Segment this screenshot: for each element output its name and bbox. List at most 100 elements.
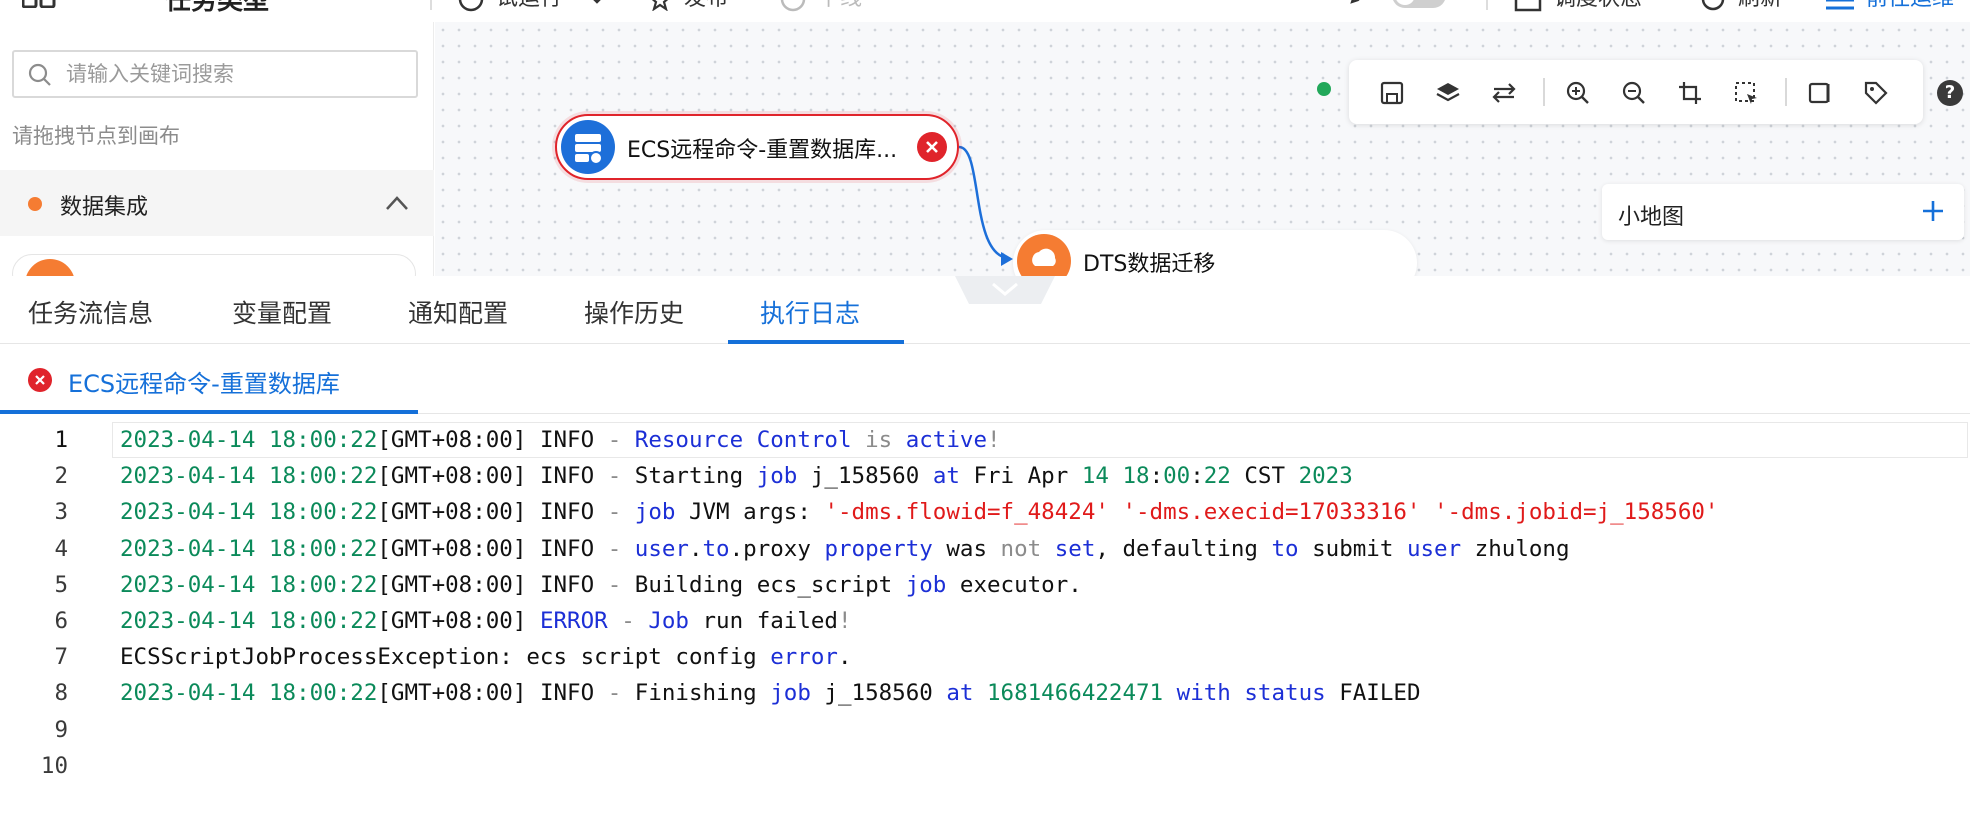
crop-icon[interactable]	[1675, 78, 1705, 108]
book-icon[interactable]	[1805, 78, 1835, 108]
log-line: 3 2023-04-14 18:00:22[GMT+08:00] INFO - j…	[0, 494, 1970, 530]
minimap-panel[interactable]: 小地图	[1602, 184, 1964, 240]
log-token: Building ecs_script	[634, 571, 906, 598]
log-token: Job	[648, 608, 689, 634]
subtab-ecs-node[interactable]: ECS远程命令-重置数据库	[0, 344, 418, 414]
schedule-status-button[interactable]: 调度状态	[1514, 0, 1642, 12]
tab-notifications[interactable]: 通知配置	[408, 294, 508, 330]
plus-icon[interactable]	[1920, 198, 1946, 224]
canvas-toolbar	[1349, 60, 1923, 124]
line-number: 10	[40, 752, 68, 779]
workflow-canvas[interactable]: ECS远程命令-重置数据库... DTS数据迁移 ? 小地图	[435, 22, 1970, 276]
log-token: , defaulting	[1095, 535, 1272, 562]
category-data-integration[interactable]: 数据集成	[0, 170, 434, 236]
search-box[interactable]	[12, 50, 418, 98]
log-line: 2 2023-04-14 18:00:22[GMT+08:00] INFO - S…	[0, 458, 1970, 494]
log-token: submit	[1298, 535, 1407, 562]
log-line: 8 2023-04-14 18:00:22[GMT+08:00] INFO - F…	[0, 675, 1970, 711]
search-icon	[28, 63, 51, 86]
offline-icon	[780, 0, 806, 12]
minimap-label: 小地图	[1618, 205, 1685, 230]
log-token: is	[865, 427, 893, 453]
collapse-handle[interactable]	[955, 276, 1055, 304]
log-token: [GMT+08:00] INFO	[377, 499, 608, 526]
tag-icon[interactable]	[1861, 78, 1891, 108]
publish-button[interactable]: 发布	[648, 0, 728, 12]
menu-icon[interactable]	[378, 0, 404, 6]
log-token: job	[756, 463, 798, 490]
help-icon[interactable]: ?	[1937, 80, 1963, 106]
log-text: 2023-04-14 18:00:22[GMT+08:00] INFO - St…	[120, 458, 1353, 494]
log-token: 2023-04-14 18:00:22	[120, 499, 378, 526]
log-token: executor.	[946, 571, 1082, 598]
log-token: with status	[1176, 680, 1326, 707]
layers-icon[interactable]	[1433, 78, 1463, 108]
save-icon[interactable]	[1377, 78, 1407, 108]
log-token: -	[607, 571, 635, 598]
log-token: zhulong	[1461, 535, 1570, 562]
log-token: active	[905, 427, 987, 453]
bottom-panel: 任务流信息 变量配置 通知配置 操作历史 执行日志 ECS远程命令-重置数据库 …	[0, 276, 1970, 836]
refresh-button[interactable]: 刷新	[1700, 0, 1782, 12]
log-token: user	[1406, 535, 1462, 562]
log-token: JVM args:	[675, 499, 825, 526]
log-token: CST	[1230, 463, 1299, 490]
toolbar-divider	[1785, 78, 1787, 106]
log-token: :	[1149, 463, 1164, 490]
log-token: 2023-04-14 18:00:22	[120, 463, 378, 490]
tab-history[interactable]: 操作历史	[584, 294, 684, 330]
line-number: 8	[54, 680, 68, 707]
log-text: 2023-04-14 18:00:22[GMT+08:00] INFO - jo…	[120, 494, 1718, 530]
log-token: :	[1190, 463, 1204, 490]
search-input[interactable]	[66, 58, 406, 90]
log-token: -	[607, 427, 635, 453]
tab-execution-log[interactable]: 执行日志	[760, 294, 860, 330]
offline-button[interactable]: 下线	[780, 0, 862, 12]
tab-flow-info[interactable]: 任务流信息	[28, 294, 153, 330]
log-token: job	[905, 571, 947, 598]
log-token: 2023-04-14 18:00:22	[120, 535, 378, 562]
log-text: 2023-04-14 18:00:22[GMT+08:00] ERROR - J…	[120, 603, 852, 639]
line-number: 6	[54, 608, 68, 634]
log-token: 1681466422471	[987, 680, 1164, 707]
schedule-toggle[interactable]	[1392, 0, 1446, 8]
chevron-down-icon[interactable]	[587, 0, 607, 6]
zoom-out-icon[interactable]	[1619, 78, 1649, 108]
swap-icon[interactable]	[1489, 78, 1519, 108]
log-token: Resource Control	[634, 427, 852, 453]
goto-ops-link[interactable]: 前往运维	[1826, 0, 1954, 12]
play-icon	[458, 0, 484, 12]
line-number: 4	[54, 535, 68, 562]
log-subtabs: ECS远程命令-重置数据库	[0, 344, 1970, 414]
line-number: 2	[54, 463, 68, 490]
log-token: ERROR	[539, 608, 608, 634]
error-icon	[917, 132, 947, 162]
chevron-up-icon[interactable]	[384, 194, 410, 212]
log-token: 22	[1203, 463, 1231, 490]
log-token: -	[607, 680, 635, 707]
zoom-in-icon[interactable]	[1563, 78, 1593, 108]
log-token: -	[607, 535, 635, 562]
log-token: Starting	[634, 463, 757, 490]
log-token: error	[770, 644, 838, 671]
workflow-node-ecs[interactable]: ECS远程命令-重置数据库...	[555, 114, 959, 180]
log-line: 5 2023-04-14 18:00:22[GMT+08:00] INFO - B…	[0, 567, 1970, 603]
tab-variables[interactable]: 变量配置	[232, 294, 332, 330]
line-number: 5	[54, 571, 68, 598]
node-label: DTS数据迁移	[1083, 252, 1216, 276]
log-token: set	[1054, 535, 1096, 562]
edit-icon[interactable]	[1348, 0, 1372, 6]
run-button[interactable]: 试运行	[458, 0, 619, 12]
status-indicator	[1317, 82, 1331, 96]
select-icon[interactable]	[1731, 78, 1761, 108]
log-line: 6 2023-04-14 18:00:22[GMT+08:00] ERROR - …	[0, 603, 1970, 639]
log-text: 2023-04-14 18:00:22[GMT+08:00] INFO - us…	[120, 531, 1570, 567]
workflow-node-dts[interactable]: DTS数据迁移	[1013, 230, 1417, 276]
log-viewer[interactable]: 1 2023-04-14 18:00:22[GMT+08:00] INFO - R…	[0, 414, 1970, 836]
grid-icon[interactable]	[22, 0, 56, 8]
server-code-icon	[561, 120, 615, 174]
log-token: !	[837, 608, 852, 634]
log-token: [GMT+08:00] INFO	[377, 680, 608, 707]
log-token: job	[770, 680, 811, 707]
drag-hint: 请拖拽节点到画布	[12, 124, 180, 148]
